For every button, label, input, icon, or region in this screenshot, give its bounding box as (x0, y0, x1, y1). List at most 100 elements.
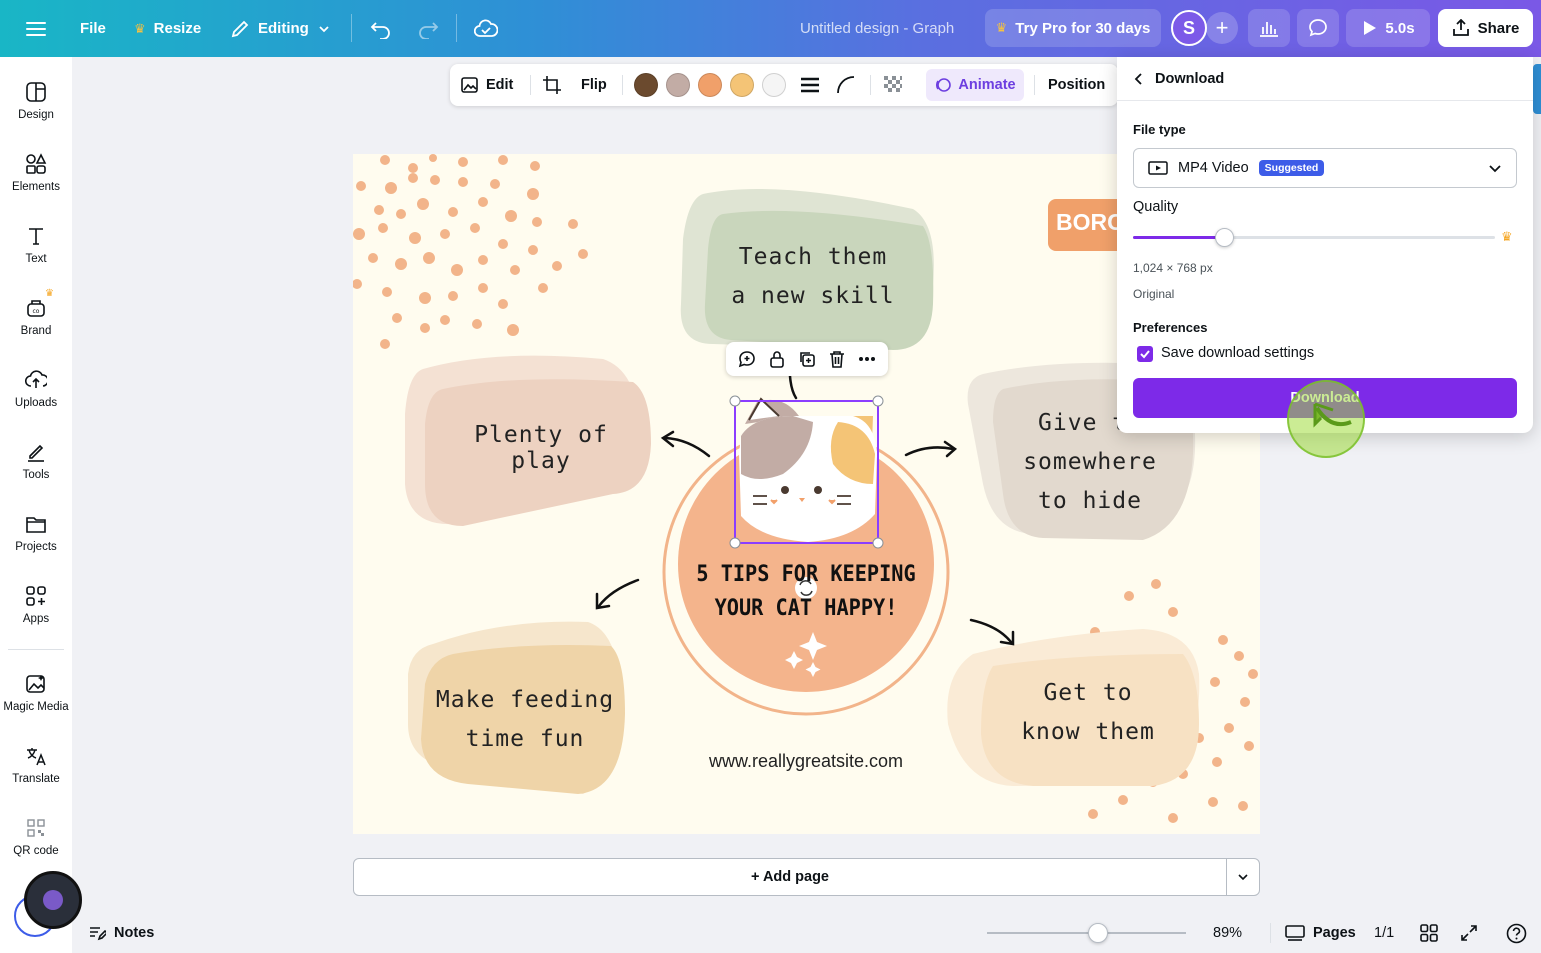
text-icon (29, 228, 43, 245)
sidebar-item-uploads[interactable]: Uploads (0, 369, 72, 409)
invite-button[interactable]: + (1206, 12, 1238, 44)
chevron-left-icon[interactable] (1133, 72, 1145, 86)
crop-button[interactable] (542, 64, 562, 106)
color-swatch[interactable] (634, 73, 658, 97)
avatar[interactable]: S (1171, 10, 1207, 46)
present-button[interactable]: 5.0s (1346, 9, 1430, 47)
sidebar-item-design[interactable]: Design (0, 81, 72, 121)
design-headline[interactable]: 5 TIPS FOR KEEPING YOUR CAT HAPPY! (691, 558, 921, 626)
brand-icon: co (27, 300, 45, 317)
quality-slider-knob[interactable] (1214, 228, 1234, 247)
sidebar-item-label: Tools (22, 469, 50, 481)
divider (351, 14, 352, 42)
comments-button[interactable] (1297, 9, 1339, 47)
dimensions-text: 1,024 × 768 px (1133, 261, 1213, 275)
share-icon (1452, 19, 1469, 36)
download-panel-header[interactable]: Download (1117, 57, 1533, 101)
zoom-slider[interactable] (987, 923, 1186, 943)
download-panel: Download File type MP4 Video Suggested Q… (1117, 57, 1533, 433)
duplicate-icon[interactable] (797, 349, 817, 369)
quality-slider[interactable] (1133, 228, 1495, 247)
position-button[interactable]: Position (1048, 64, 1105, 106)
website-text[interactable]: www.reallygreatsite.com (683, 751, 929, 772)
more-icon[interactable] (857, 349, 877, 369)
menu-button[interactable] (26, 0, 46, 57)
sidebar-item-text[interactable]: Text (0, 225, 72, 265)
flip-button[interactable]: Flip (581, 64, 607, 106)
help-button[interactable] (1506, 913, 1527, 953)
add-page-options-button[interactable] (1226, 858, 1260, 896)
lock-icon[interactable] (768, 349, 786, 369)
share-label: Share (1477, 19, 1520, 37)
zoom-slider-knob[interactable] (1088, 923, 1109, 943)
add-page-button[interactable]: + Add page (353, 858, 1227, 896)
sidebar-item-qr-code[interactable]: QR code (0, 817, 72, 857)
animate-button[interactable]: Animate (926, 69, 1024, 101)
sidebar-item-label: Design (18, 109, 54, 121)
sidebar-divider (8, 649, 64, 650)
editing-mode-button[interactable]: Editing (230, 0, 331, 57)
tip-text: to hide (1038, 488, 1142, 514)
fullscreen-button[interactable] (1460, 913, 1478, 953)
notes-button[interactable]: Notes (88, 913, 154, 953)
color-swatch[interactable] (762, 73, 786, 97)
insights-button[interactable] (1248, 9, 1290, 47)
trash-icon[interactable] (828, 349, 846, 369)
grid-view-button[interactable] (1420, 913, 1438, 953)
sidebar-item-translate[interactable]: Translate (0, 745, 72, 785)
cloud-save-button[interactable] (474, 0, 498, 57)
play-time: 5.0s (1385, 19, 1415, 37)
sidebar-item-label: Projects (15, 541, 57, 553)
redo-button[interactable] (417, 0, 439, 57)
divider (1034, 75, 1035, 95)
design-title[interactable]: Untitled design - Graph (800, 0, 954, 57)
pages-button[interactable]: Pages (1285, 913, 1356, 953)
tip-text: Make feeding (435, 687, 615, 713)
save-settings-checkbox[interactable] (1137, 346, 1153, 362)
qr-code-icon (27, 819, 45, 837)
sidebar: Design Elements Text ♛ co Brand Uploads … (0, 57, 72, 953)
color-swatch[interactable] (730, 73, 754, 97)
file-type-select[interactable]: MP4 Video Suggested (1133, 148, 1517, 188)
resize-button[interactable]: ♛ Resize (134, 0, 201, 57)
headline-line: 5 TIPS FOR KEEPING (696, 562, 916, 587)
bottom-bar: Notes 89% Pages 1/1 (72, 913, 1541, 953)
design-icon (26, 82, 46, 102)
sidebar-item-projects[interactable]: Projects (0, 513, 72, 553)
sidebar-item-apps[interactable]: Apps (0, 585, 72, 625)
corner-rounding-button[interactable] (836, 64, 856, 106)
tip-know-them[interactable]: Get to know them (1003, 674, 1173, 752)
undo-button[interactable] (370, 0, 392, 57)
tip-text: Get to (1043, 680, 1133, 706)
chevron-down-icon (1489, 165, 1501, 173)
sidebar-item-elements[interactable]: Elements (0, 153, 72, 193)
share-button[interactable]: Share (1438, 9, 1533, 47)
tip-text: Teach them (738, 244, 888, 270)
border-style-button[interactable] (800, 64, 820, 106)
tip-plenty-of-play[interactable]: Plenty of play (441, 422, 641, 474)
context-toolbar: Edit Flip Animate Position (450, 64, 1118, 106)
apps-icon (26, 586, 46, 606)
crown-icon: ♛ (995, 20, 1008, 35)
try-pro-button[interactable]: ♛ Try Pro for 30 days (985, 9, 1161, 47)
sidebar-item-label: Uploads (14, 397, 58, 409)
zoom-level[interactable]: 89% (1213, 913, 1242, 953)
sidebar-item-label: Magic Media (3, 701, 69, 713)
suggested-badge: Suggested (1258, 160, 1325, 176)
color-swatch[interactable] (698, 73, 722, 97)
tip-feeding-time[interactable]: Make feeding time fun (435, 681, 615, 759)
sidebar-item-brand[interactable]: co Brand (0, 297, 72, 337)
add-comment-icon[interactable] (737, 349, 757, 369)
tip-teach-skill[interactable]: Teach them a new skill (723, 238, 903, 316)
file-menu-button[interactable]: File (80, 0, 106, 57)
sidebar-item-tools[interactable]: Tools (0, 441, 72, 481)
transparency-button[interactable] (882, 64, 904, 106)
cloud-upload-icon (25, 370, 47, 388)
divider (870, 75, 871, 95)
save-settings-label[interactable]: Save download settings (1161, 345, 1314, 361)
crown-icon: ♛ (134, 20, 146, 36)
edit-image-button[interactable]: Edit (460, 64, 513, 106)
sidebar-item-magic-media[interactable]: Magic Media (0, 673, 72, 713)
badge-text[interactable]: BORC (1056, 209, 1124, 236)
color-swatch[interactable] (666, 73, 690, 97)
